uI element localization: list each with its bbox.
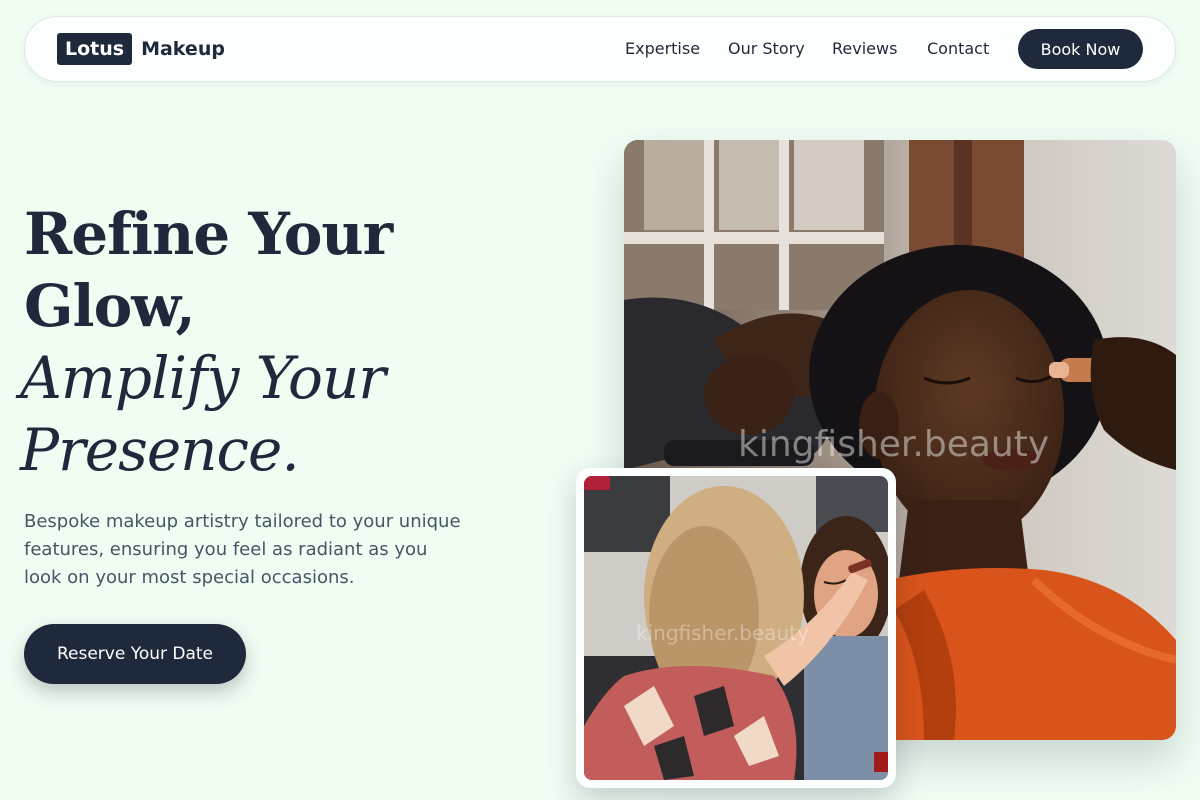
brand-logo[interactable]: Lotus Makeup [57,33,225,65]
inset-watermark: kingfisher.beauty [636,621,809,645]
reserve-date-button[interactable]: Reserve Your Date [24,624,246,684]
top-navbar: Lotus Makeup Expertise Our Story Reviews… [24,16,1176,82]
inset-photo-frame: kingfisher.beauty [576,468,896,788]
hero-headline-italic: Amplify Your Presence. [20,342,490,486]
hero-headline: Refine Your Glow, [24,198,494,342]
eye-makeup-illustration: kingfisher.beauty [584,476,888,780]
nav-link-expertise[interactable]: Expertise [625,39,700,59]
headline-line-1: Refine Your [24,200,393,268]
hero-subtitle: Bespoke makeup artistry tailored to your… [24,511,461,588]
inset-photo: kingfisher.beauty [584,476,888,780]
book-now-button[interactable]: Book Now [1018,29,1143,69]
nav-link-reviews[interactable]: Reviews [832,39,897,59]
headline-line-2: Glow, [24,272,196,340]
nav-link-our-story[interactable]: Our Story [728,39,805,59]
italic-line-1: Amplify Your [20,344,386,412]
italic-line-2: Presence. [20,416,300,484]
nav-link-contact[interactable]: Contact [927,39,989,59]
logo-box: Lotus [57,33,133,65]
logo-wordmark: Makeup [141,38,225,60]
photo-watermark: kingfisher.beauty [738,424,1049,465]
